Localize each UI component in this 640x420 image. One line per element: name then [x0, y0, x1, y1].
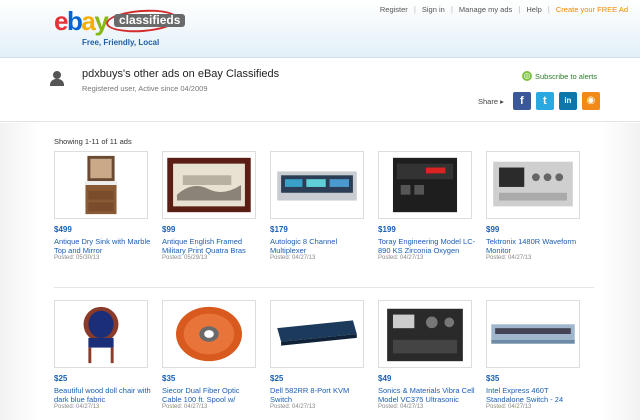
ad-posted-date: Posted: 04/27/13 — [378, 404, 424, 410]
user-avatar-icon — [50, 71, 64, 86]
ad-title-link[interactable]: Toray Engineering Model LC-890 KS Zircon… — [378, 237, 476, 255]
ad-price: $35 — [162, 374, 176, 383]
ad-thumbnail[interactable] — [378, 151, 472, 219]
ad-thumbnail[interactable] — [54, 300, 148, 368]
listing-content: Showing 1-11 of 11 ads $499 Antique Dry … — [0, 123, 640, 420]
share-label: Share ▸ — [478, 96, 504, 106]
ads-row: $499 Antique Dry Sink with Marble Top an… — [54, 151, 594, 279]
ebay-wordmark: ebay — [54, 6, 109, 36]
ad-price: $179 — [270, 225, 288, 234]
ad-title-link[interactable]: Dell 582RR 8-Port KVM Switch — [270, 386, 368, 404]
ad-title-link[interactable]: Tektronix 1480R Waveform Monitor — [486, 237, 584, 255]
ad-card[interactable]: $179 Autologic 8 Channel Multiplexer Pos… — [270, 151, 368, 279]
subscribe-alerts-link[interactable]: ◎ Subscribe to alerts — [522, 71, 597, 81]
seller-profile-bar: pdxbuys's other ads on eBay Classifieds … — [0, 58, 640, 122]
ad-thumbnail[interactable] — [162, 151, 256, 219]
site-tagline: Free, Friendly, Local — [82, 38, 160, 47]
ad-price: $35 — [486, 374, 500, 383]
ad-posted-date: Posted: 05/30/13 — [54, 255, 100, 261]
ad-title-link[interactable]: Antique English Framed Military Print Qu… — [162, 237, 260, 255]
ad-thumbnail[interactable] — [54, 151, 148, 219]
ads-row: $25 Beautiful wood doll chair with dark … — [54, 287, 594, 415]
ad-price: $499 — [54, 225, 72, 234]
seller-status: Registered user, Active since 04/2009 — [82, 84, 208, 93]
ad-posted-date: Posted: 04/27/13 — [486, 255, 532, 261]
nav-register-link[interactable]: Register — [374, 5, 414, 14]
ad-posted-date: Posted: 04/27/13 — [270, 255, 316, 261]
ad-thumbnail[interactable] — [270, 300, 364, 368]
top-navigation: Register | Sign in | Manage my ads | Hel… — [374, 5, 634, 14]
ad-price: $25 — [54, 374, 68, 383]
page-title: pdxbuys's other ads on eBay Classifieds — [82, 68, 280, 80]
results-count: Showing 1-11 of 11 ads — [54, 137, 132, 146]
subscribe-icon: ◎ — [522, 71, 532, 81]
ad-posted-date: Posted: 04/27/13 — [486, 404, 532, 410]
linkedin-icon[interactable]: in — [558, 92, 577, 110]
nav-create-ad-link[interactable]: Create your FREE Ad — [550, 5, 634, 14]
ad-price: $99 — [486, 225, 500, 234]
ad-price: $199 — [378, 225, 396, 234]
ad-posted-date: Posted: 04/27/13 — [378, 255, 424, 261]
ebay-classifieds-logo[interactable]: ebay classifieds — [54, 6, 186, 36]
logo-product-name: classifieds — [114, 14, 186, 27]
ad-card[interactable]: $35 Intel Express 460T Standalone Switch… — [486, 300, 584, 420]
ad-title-link[interactable]: Autologic 8 Channel Multiplexer — [270, 237, 368, 255]
ad-card[interactable]: $35 Siecor Dual Fiber Optic Cable 100 ft… — [162, 300, 260, 420]
ad-title-link[interactable]: Siecor Dual Fiber Optic Cable 100 ft. Sp… — [162, 386, 260, 404]
ad-title-link[interactable]: Antique Dry Sink with Marble Top and Mir… — [54, 237, 152, 255]
ad-card[interactable]: $199 Toray Engineering Model LC-890 KS Z… — [378, 151, 476, 279]
share-bar: Share ▸ f t in ◉ — [478, 92, 600, 110]
ad-thumbnail[interactable] — [162, 300, 256, 368]
nav-help-link[interactable]: Help — [520, 5, 547, 14]
ad-price: $25 — [270, 374, 284, 383]
ad-card[interactable]: $25 Dell 582RR 8-Port KVM Switch Posted:… — [270, 300, 368, 420]
ad-price: $99 — [162, 225, 176, 234]
ads-grid: $499 Antique Dry Sink with Marble Top an… — [54, 151, 594, 415]
ad-thumbnail[interactable] — [486, 151, 580, 219]
nav-sign-in-link[interactable]: Sign in — [416, 5, 451, 14]
nav-manage-ads-link[interactable]: Manage my ads — [453, 5, 518, 14]
ad-thumbnail[interactable] — [378, 300, 472, 368]
ad-posted-date: Posted: 04/27/13 — [162, 404, 208, 410]
ad-posted-date: Posted: 04/27/13 — [270, 404, 316, 410]
ad-title-link[interactable]: Intel Express 460T Standalone Switch - 2… — [486, 386, 584, 404]
ad-posted-date: Posted: 05/29/13 — [162, 255, 208, 261]
ad-thumbnail[interactable] — [270, 151, 364, 219]
ad-card[interactable]: $499 Antique Dry Sink with Marble Top an… — [54, 151, 152, 279]
ad-card[interactable]: $99 Tektronix 1480R Waveform Monitor Pos… — [486, 151, 584, 279]
site-header: ebay classifieds Free, Friendly, Local R… — [0, 0, 640, 58]
ad-posted-date: Posted: 04/27/13 — [54, 404, 100, 410]
ad-card[interactable]: $99 Antique English Framed Military Prin… — [162, 151, 260, 279]
twitter-icon[interactable]: t — [535, 92, 554, 110]
subscribe-label: Subscribe to alerts — [535, 71, 598, 81]
ad-thumbnail[interactable] — [486, 300, 580, 368]
ad-title-link[interactable]: Sonics & Materials Vibra Cell Model VC37… — [378, 386, 476, 404]
ad-price: $49 — [378, 374, 392, 383]
rss-icon[interactable]: ◉ — [581, 92, 600, 110]
ad-card[interactable]: $25 Beautiful wood doll chair with dark … — [54, 300, 152, 420]
facebook-icon[interactable]: f — [512, 92, 531, 110]
ad-card[interactable]: $49 Sonics & Materials Vibra Cell Model … — [378, 300, 476, 420]
ad-title-link[interactable]: Beautiful wood doll chair with dark blue… — [54, 386, 152, 404]
